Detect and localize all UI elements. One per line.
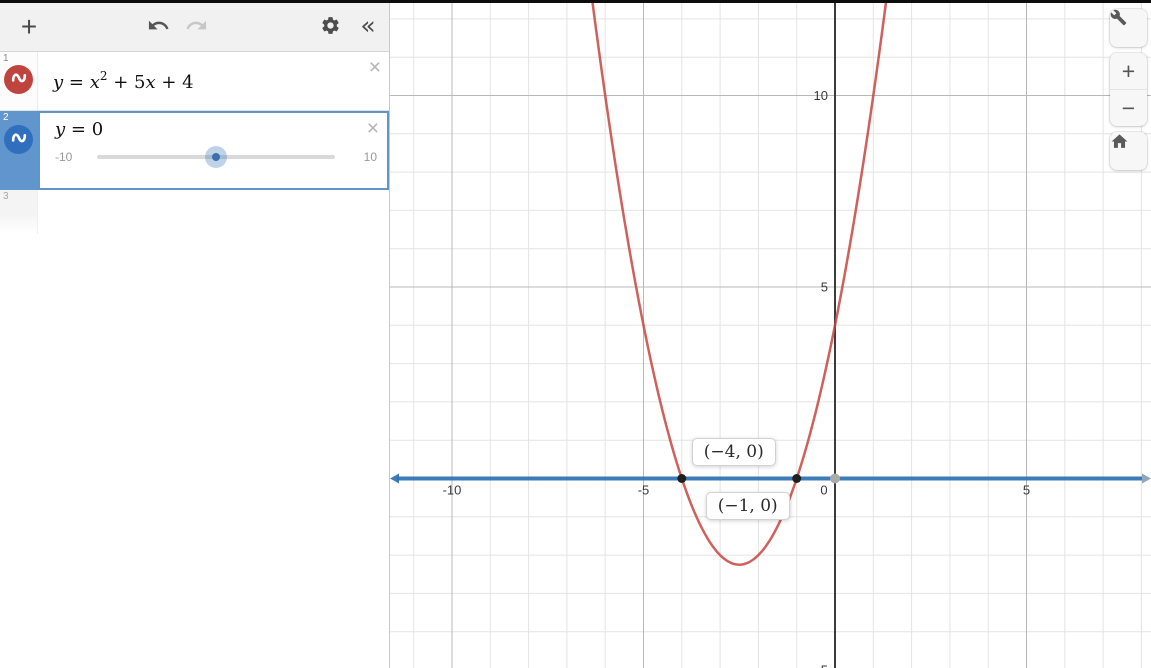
remove-expression-2-button[interactable]: × xyxy=(367,118,379,139)
svg-text:5: 5 xyxy=(1023,483,1030,498)
expression-content-3[interactable] xyxy=(38,190,389,234)
svg-text:-10: -10 xyxy=(443,483,462,498)
expression-icon-2[interactable] xyxy=(4,125,33,154)
home-button[interactable] xyxy=(1110,132,1147,170)
svg-text:0: 0 xyxy=(820,483,827,498)
origin-point[interactable] xyxy=(830,473,840,484)
wrench-button[interactable] xyxy=(1110,9,1147,47)
expression-gutter-3: 3 xyxy=(0,190,38,234)
expression-gutter-2: 2 xyxy=(0,111,38,190)
svg-text:-5: -5 xyxy=(638,483,650,498)
curve-wave-icon xyxy=(9,67,29,92)
collapse-sidebar-button[interactable]: « xyxy=(353,11,383,42)
expression-number: 2 xyxy=(3,112,9,123)
home-panel xyxy=(1110,132,1147,170)
graph-settings-panel xyxy=(1110,9,1147,47)
expression-text-2[interactable]: y = 0 xyxy=(55,119,387,140)
settings-gear-button[interactable] xyxy=(315,12,345,42)
slider-row: -10 10 xyxy=(55,146,377,168)
expression-icon-1[interactable] xyxy=(4,65,33,94)
expression-row-1[interactable]: 1 y = x2 + 5x + 4 × xyxy=(0,52,389,111)
slider-track[interactable] xyxy=(97,146,335,168)
graph-area[interactable]: -10-505105-5 (−4, 0)(−1, 0) + − xyxy=(390,3,1151,668)
zoom-out-button[interactable]: − xyxy=(1110,89,1147,126)
expression-sidebar: + « 1 y = x2 + 5x + 4 × 2 y = 0 × -10 10… xyxy=(0,3,390,668)
zoom-in-button[interactable]: + xyxy=(1110,53,1147,89)
zoom-panel: + − xyxy=(1110,53,1147,126)
svg-text:5: 5 xyxy=(821,280,828,295)
expression-row-3[interactable]: 3 xyxy=(0,190,389,234)
redo-icon xyxy=(185,14,208,40)
expression-content-2[interactable]: y = 0 × -10 10 xyxy=(38,111,389,190)
svg-text:10: 10 xyxy=(814,88,828,103)
add-expression-button[interactable]: + xyxy=(14,11,44,42)
undo-button[interactable] xyxy=(143,12,173,42)
expression-number: 1 xyxy=(3,53,9,64)
slider-min-label[interactable]: -10 xyxy=(55,150,85,164)
expression-row-2[interactable]: 2 y = 0 × -10 10 xyxy=(0,111,389,190)
remove-expression-1-button[interactable]: × xyxy=(369,57,381,78)
intercept-point[interactable] xyxy=(792,474,802,483)
expression-number: 3 xyxy=(3,191,9,202)
expression-gutter-1: 1 xyxy=(0,52,38,110)
graph-svg: -10 -5 0 5 10 5 -5 xyxy=(390,3,1151,668)
expression-content-1[interactable]: y = x2 + 5x + 4 × xyxy=(38,52,389,110)
slider-handle[interactable] xyxy=(205,146,227,168)
sidebar-toolbar: + « xyxy=(0,3,389,52)
slider-max-label[interactable]: 10 xyxy=(347,150,377,164)
expression-text-1[interactable]: y = x2 + 5x + 4 xyxy=(53,69,389,93)
intercept-point[interactable] xyxy=(677,474,687,483)
undo-icon xyxy=(147,14,170,40)
curve-wave-icon xyxy=(9,127,29,152)
svg-text:-5: -5 xyxy=(816,663,828,668)
redo-button[interactable] xyxy=(181,12,211,42)
gear-icon xyxy=(320,15,341,39)
